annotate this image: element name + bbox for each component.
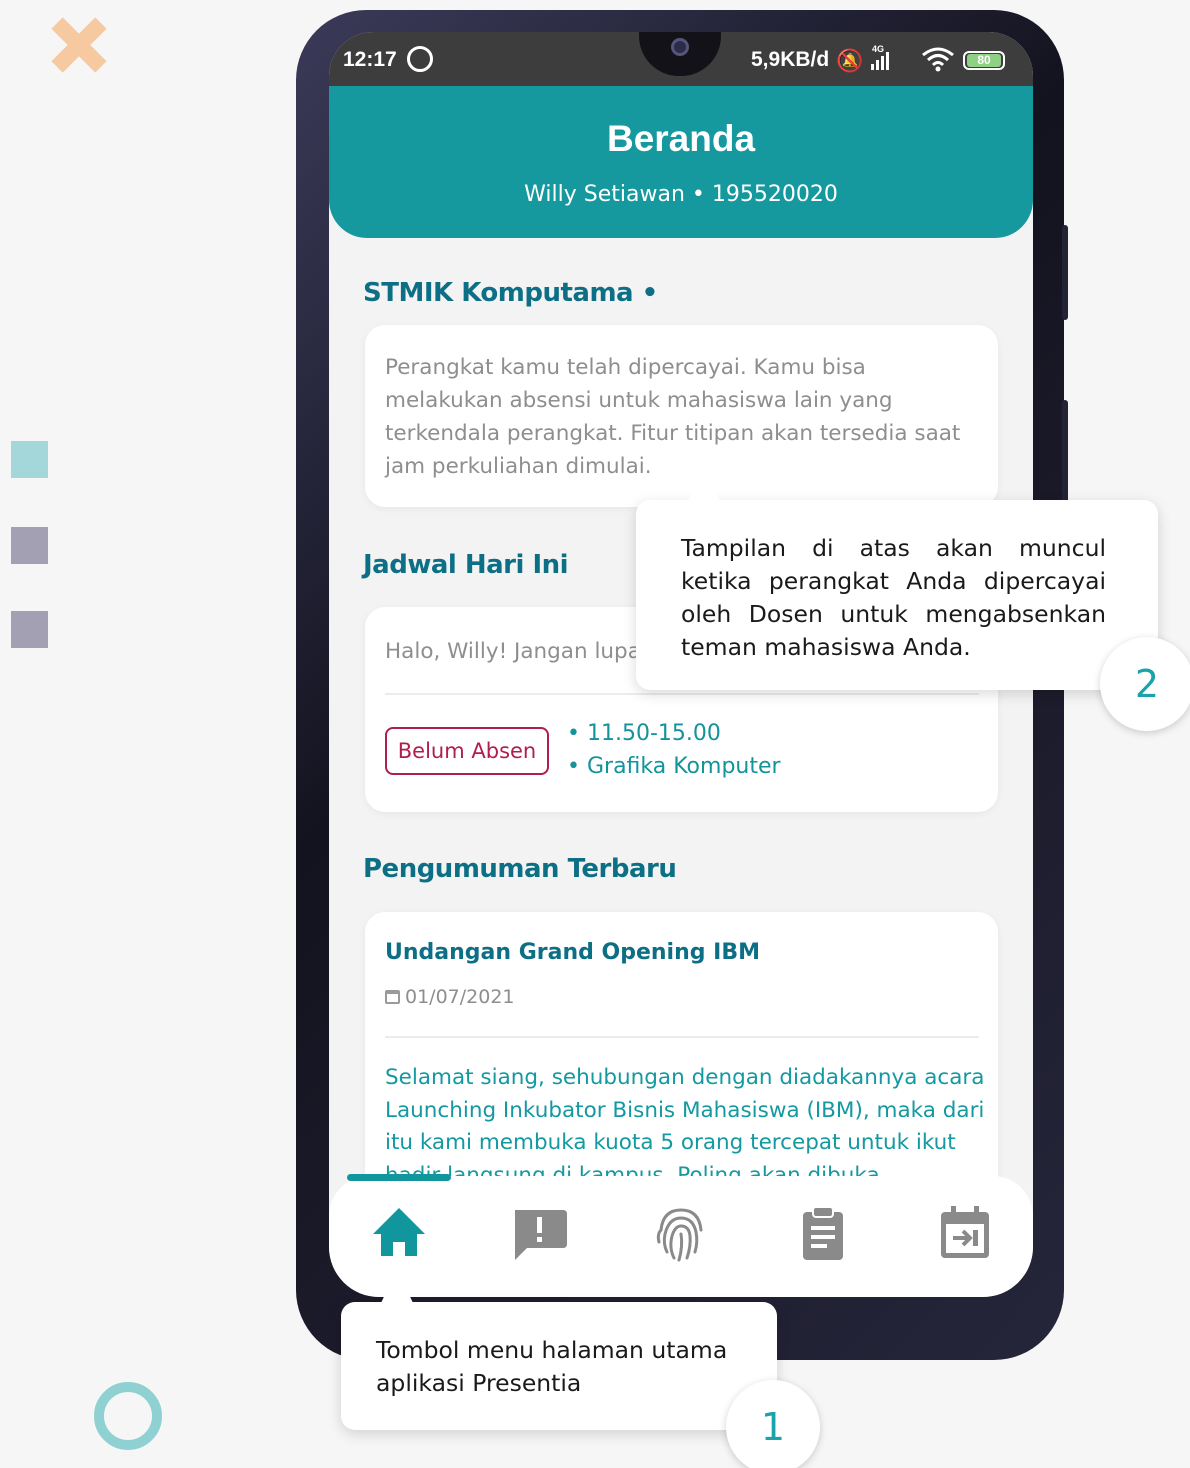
phone-side-button [1062,400,1068,510]
battery-level: 80 [967,54,1001,67]
announcement-date-row: 01/07/2021 [385,986,515,1008]
status-time: 12:17 [343,48,397,71]
divider [385,1036,979,1038]
attendance-status-badge: Belum Absen [385,727,549,775]
decorative-ring [94,1382,162,1450]
page-title: Beranda [606,118,756,159]
fingerprint-icon[interactable] [649,1202,713,1266]
phone-side-button [1062,225,1068,320]
decorative-x-mark [48,14,110,76]
trusted-section-title: STMIK Komputama • [363,278,658,308]
app-header: Beranda Willy Setiawan • 195520020 [329,86,1033,238]
schedule-course: • Grafika Komputer [567,754,781,779]
announcement-section-title: Pengumuman Terbaru [363,854,677,884]
callout-number-badge: 1 [726,1380,820,1468]
announcement-title: Undangan Grand Opening IBM [385,940,761,965]
schedule-greeting: Halo, Willy! Jangan lupa [385,639,641,664]
network-speed: 5,9KB/d [751,48,830,71]
wifi-icon [922,47,954,72]
announcement-icon[interactable] [507,1202,571,1266]
announcement-date: 01/07/2021 [405,986,515,1008]
decorative-square [11,441,48,478]
decorative-square [11,527,48,564]
schedule-section-title: Jadwal Hari Ini [363,550,569,580]
callout-number-badge: 2 [1100,637,1190,731]
calendar-small-icon [385,990,400,1004]
callout-text: Tampilan di atas akan muncul ketika pera… [681,534,1106,661]
callout-text: Tombol menu halaman utama aplikasi Prese… [376,1336,728,1397]
bell-off-icon: 🔕 [836,48,864,73]
whatsapp-icon [407,46,433,72]
announcement-body: Selamat siang, sehubungan dengan diadaka… [385,1065,985,1188]
user-info: Willy Setiawan • 195520020 [524,182,838,207]
front-camera [671,38,689,56]
decorative-square [11,611,48,648]
divider [385,693,979,695]
clipboard-icon[interactable] [791,1202,855,1266]
camera-notch [639,32,721,76]
active-tab-indicator [347,1174,451,1181]
trusted-message: Perangkat kamu telah dipercayai. Kamu bi… [385,355,961,479]
calendar-icon[interactable] [933,1202,997,1266]
battery-icon: 80 [963,51,1005,70]
trusted-device-card: Perangkat kamu telah dipercayai. Kamu bi… [365,325,998,507]
signal-icon [871,48,889,70]
callout-home-button: Tombol menu halaman utama aplikasi Prese… [341,1269,777,1430]
callout-trusted-device: Tampilan di atas akan muncul ketika pera… [636,467,1158,690]
schedule-time: • 11.50-15.00 [567,721,721,746]
status-bar: 12:17 5,9KB/d 🔕 4G 80 [329,32,1033,86]
callout-pointer [688,467,720,501]
callout-pointer [381,1269,413,1303]
home-icon[interactable] [367,1202,431,1266]
